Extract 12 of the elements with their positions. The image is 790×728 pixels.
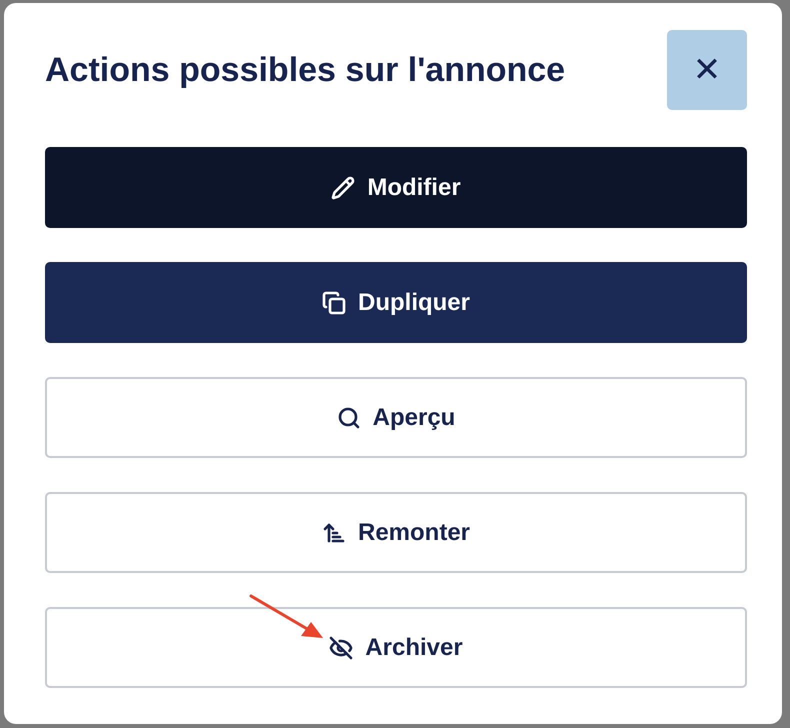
eye-off-icon: [329, 636, 354, 660]
pencil-icon: [331, 176, 356, 200]
sort-up-icon: [322, 520, 346, 544]
action-button[interactable]: Archiver: [45, 607, 747, 688]
action-button[interactable]: Aperçu: [45, 377, 747, 458]
dialog-title: Actions possibles sur l'annonce: [45, 50, 566, 90]
action-button[interactable]: Modifier: [45, 147, 747, 228]
action-button[interactable]: Dupliquer: [45, 262, 747, 343]
close-button[interactable]: ✕: [667, 30, 747, 110]
copy-icon: [322, 290, 346, 314]
search-icon: [336, 406, 361, 430]
action-button[interactable]: Remonter: [45, 492, 747, 573]
